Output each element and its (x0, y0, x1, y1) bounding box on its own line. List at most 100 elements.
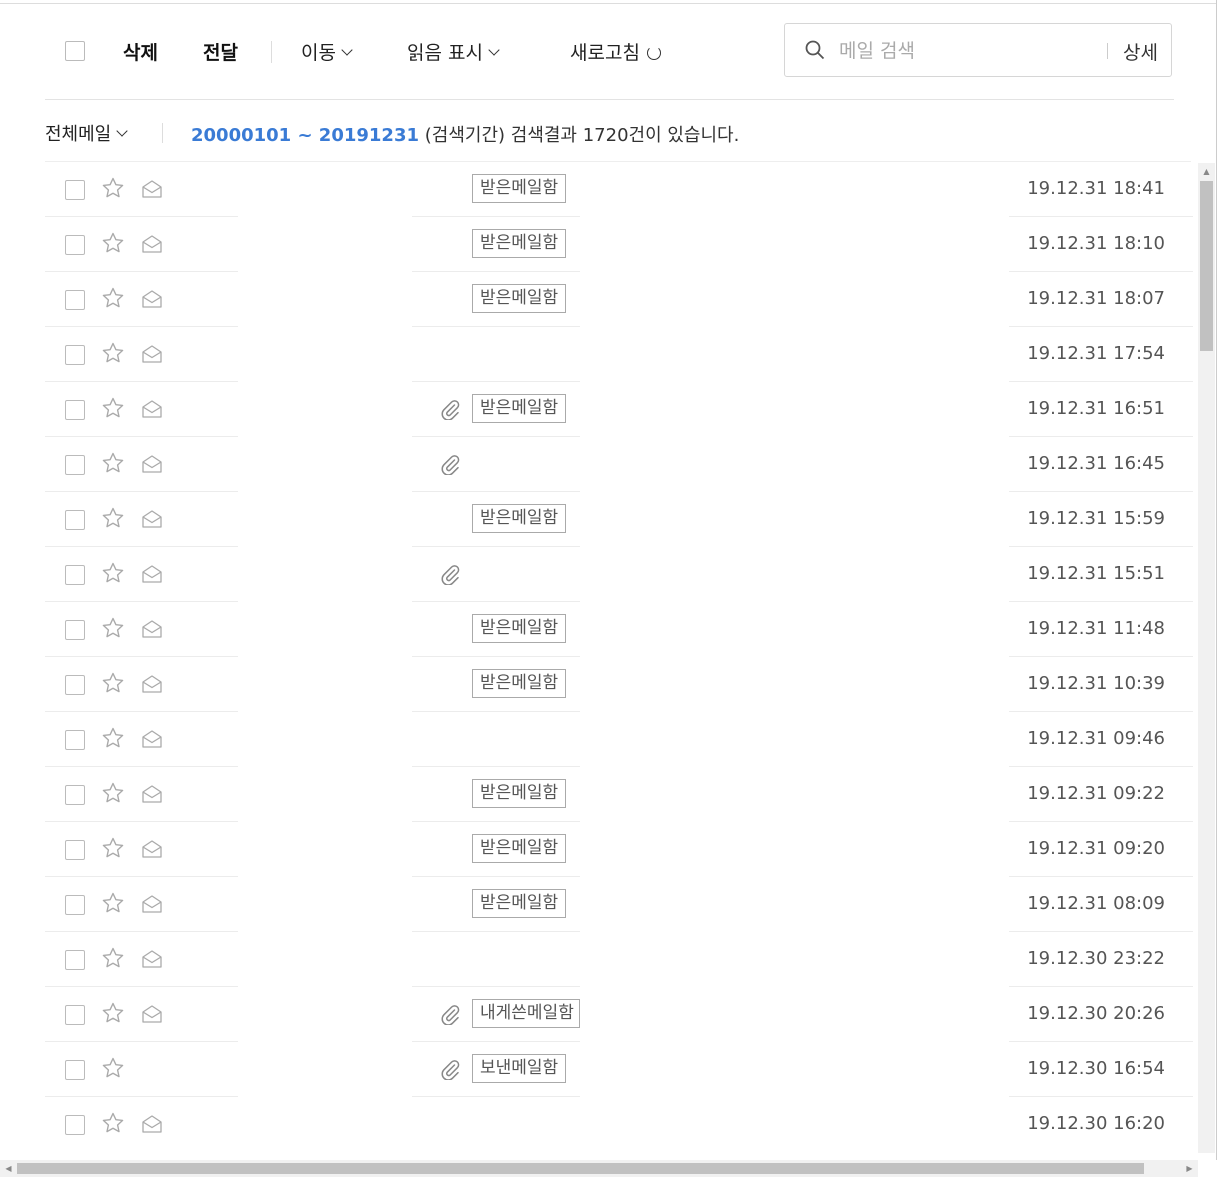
star-icon[interactable] (101, 1001, 125, 1025)
vertical-scroll-thumb[interactable] (1200, 181, 1213, 351)
forward-button[interactable]: 전달 (203, 38, 238, 65)
mail-row[interactable]: 내게쓴메일함 19.12.30 20:26 (45, 987, 1193, 1042)
open-envelope-icon[interactable] (141, 783, 163, 805)
folder-badge[interactable]: 받은메일함 (472, 394, 567, 423)
folder-badge[interactable]: 받은메일함 (472, 174, 567, 203)
mail-row[interactable]: 받은메일함 19.12.31 08:09 (45, 877, 1193, 932)
mail-row[interactable]: 받은메일함 19.12.31 16:51 (45, 382, 1193, 437)
scroll-left-icon[interactable]: ◀ (0, 1160, 17, 1177)
star-icon[interactable] (101, 1111, 125, 1135)
open-envelope-icon[interactable] (141, 1113, 163, 1135)
open-envelope-icon[interactable] (141, 233, 163, 255)
mail-checkbox[interactable] (65, 290, 85, 310)
mail-row[interactable]: 보낸메일함 19.12.30 16:54 (45, 1042, 1193, 1097)
mail-row[interactable]: 받은메일함 19.12.31 09:20 (45, 822, 1193, 877)
mail-row[interactable]: 받은메일함 19.12.31 15:59 (45, 492, 1193, 547)
scroll-right-icon[interactable]: ▶ (1181, 1160, 1198, 1177)
star-icon[interactable] (101, 231, 125, 255)
advanced-search-button[interactable]: 상세 (1123, 38, 1158, 65)
open-envelope-icon[interactable] (141, 948, 163, 970)
open-envelope-icon[interactable] (141, 288, 163, 310)
open-envelope-icon[interactable] (141, 728, 163, 750)
star-icon[interactable] (101, 396, 125, 420)
mail-checkbox[interactable] (65, 1115, 85, 1135)
search-icon[interactable] (805, 40, 825, 60)
folder-badge[interactable]: 받은메일함 (472, 229, 567, 258)
folder-badge[interactable]: 받은메일함 (472, 504, 567, 533)
star-icon[interactable] (101, 946, 125, 970)
open-envelope-icon[interactable] (141, 178, 163, 200)
open-envelope-icon[interactable] (141, 618, 163, 640)
attachment-icon[interactable] (439, 1058, 461, 1081)
open-envelope-icon[interactable] (141, 673, 163, 695)
mail-row[interactable]: 19.12.30 23:22 (45, 932, 1193, 987)
horizontal-scrollbar[interactable]: ◀ ▶ (0, 1160, 1198, 1177)
mail-row[interactable]: 받은메일함 19.12.31 18:41 (45, 162, 1193, 217)
mail-checkbox[interactable] (65, 840, 85, 860)
mail-checkbox[interactable] (65, 180, 85, 200)
mail-checkbox[interactable] (65, 730, 85, 750)
mail-checkbox[interactable] (65, 675, 85, 695)
star-icon[interactable] (101, 726, 125, 750)
attachment-icon[interactable] (439, 453, 461, 476)
date-range[interactable]: 20000101 ~ 20191231 (191, 125, 419, 146)
attachment-icon[interactable] (439, 563, 461, 586)
mail-checkbox[interactable] (65, 455, 85, 475)
mail-checkbox[interactable] (65, 510, 85, 530)
select-all-checkbox[interactable] (65, 41, 85, 61)
delete-button[interactable]: 삭제 (123, 38, 158, 65)
star-icon[interactable] (101, 671, 125, 695)
folder-badge[interactable]: 받은메일함 (472, 779, 567, 808)
mail-row[interactable]: 19.12.30 16:20 (45, 1097, 1193, 1150)
star-icon[interactable] (101, 451, 125, 475)
mail-row[interactable]: 받은메일함 19.12.31 11:48 (45, 602, 1193, 657)
mail-checkbox[interactable] (65, 895, 85, 915)
folder-badge[interactable]: 보낸메일함 (472, 1054, 567, 1083)
folder-badge[interactable]: 받은메일함 (472, 284, 567, 313)
mail-checkbox[interactable] (65, 345, 85, 365)
star-icon[interactable] (101, 781, 125, 805)
mail-row[interactable]: 19.12.31 09:46 (45, 712, 1193, 767)
star-icon[interactable] (101, 561, 125, 585)
star-icon[interactable] (101, 286, 125, 310)
star-icon[interactable] (101, 176, 125, 200)
open-envelope-icon[interactable] (141, 453, 163, 475)
star-icon[interactable] (101, 616, 125, 640)
mail-checkbox[interactable] (65, 785, 85, 805)
open-envelope-icon[interactable] (141, 838, 163, 860)
open-envelope-icon[interactable] (141, 893, 163, 915)
open-envelope-icon[interactable] (141, 563, 163, 585)
star-icon[interactable] (101, 506, 125, 530)
mail-checkbox[interactable] (65, 950, 85, 970)
move-dropdown[interactable]: 이동 (301, 38, 353, 65)
scroll-up-icon[interactable]: ▲ (1198, 163, 1215, 180)
mail-row[interactable]: 받은메일함 19.12.31 18:07 (45, 272, 1193, 327)
vertical-scrollbar[interactable]: ▲ (1198, 163, 1215, 1153)
star-icon[interactable] (101, 341, 125, 365)
mail-row[interactable]: 받은메일함 19.12.31 09:22 (45, 767, 1193, 822)
open-envelope-icon[interactable] (141, 343, 163, 365)
attachment-icon[interactable] (439, 1003, 461, 1026)
mail-row[interactable]: 받은메일함 19.12.31 10:39 (45, 657, 1193, 712)
mail-checkbox[interactable] (65, 400, 85, 420)
folder-badge[interactable]: 받은메일함 (472, 614, 567, 643)
star-icon[interactable] (101, 836, 125, 860)
open-envelope-icon[interactable] (141, 398, 163, 420)
folder-badge[interactable]: 받은메일함 (472, 834, 567, 863)
mail-checkbox[interactable] (65, 235, 85, 255)
folder-badge[interactable]: 내게쓴메일함 (472, 999, 580, 1028)
mark-read-dropdown[interactable]: 읽음 표시 (407, 38, 500, 65)
horizontal-scroll-thumb[interactable] (17, 1163, 1144, 1174)
mail-scope-dropdown[interactable]: 전체메일 (45, 120, 128, 146)
folder-badge[interactable]: 받은메일함 (472, 669, 567, 698)
mail-row[interactable]: 19.12.31 17:54 (45, 327, 1193, 382)
mail-row[interactable]: 19.12.31 15:51 (45, 547, 1193, 602)
folder-badge[interactable]: 받은메일함 (472, 889, 567, 918)
star-icon[interactable] (101, 891, 125, 915)
refresh-button[interactable]: 새로고침 (570, 38, 661, 65)
mail-row[interactable]: 받은메일함 19.12.31 18:10 (45, 217, 1193, 272)
open-envelope-icon[interactable] (141, 1003, 163, 1025)
attachment-icon[interactable] (439, 398, 461, 421)
star-icon[interactable] (101, 1056, 125, 1080)
mail-checkbox[interactable] (65, 565, 85, 585)
